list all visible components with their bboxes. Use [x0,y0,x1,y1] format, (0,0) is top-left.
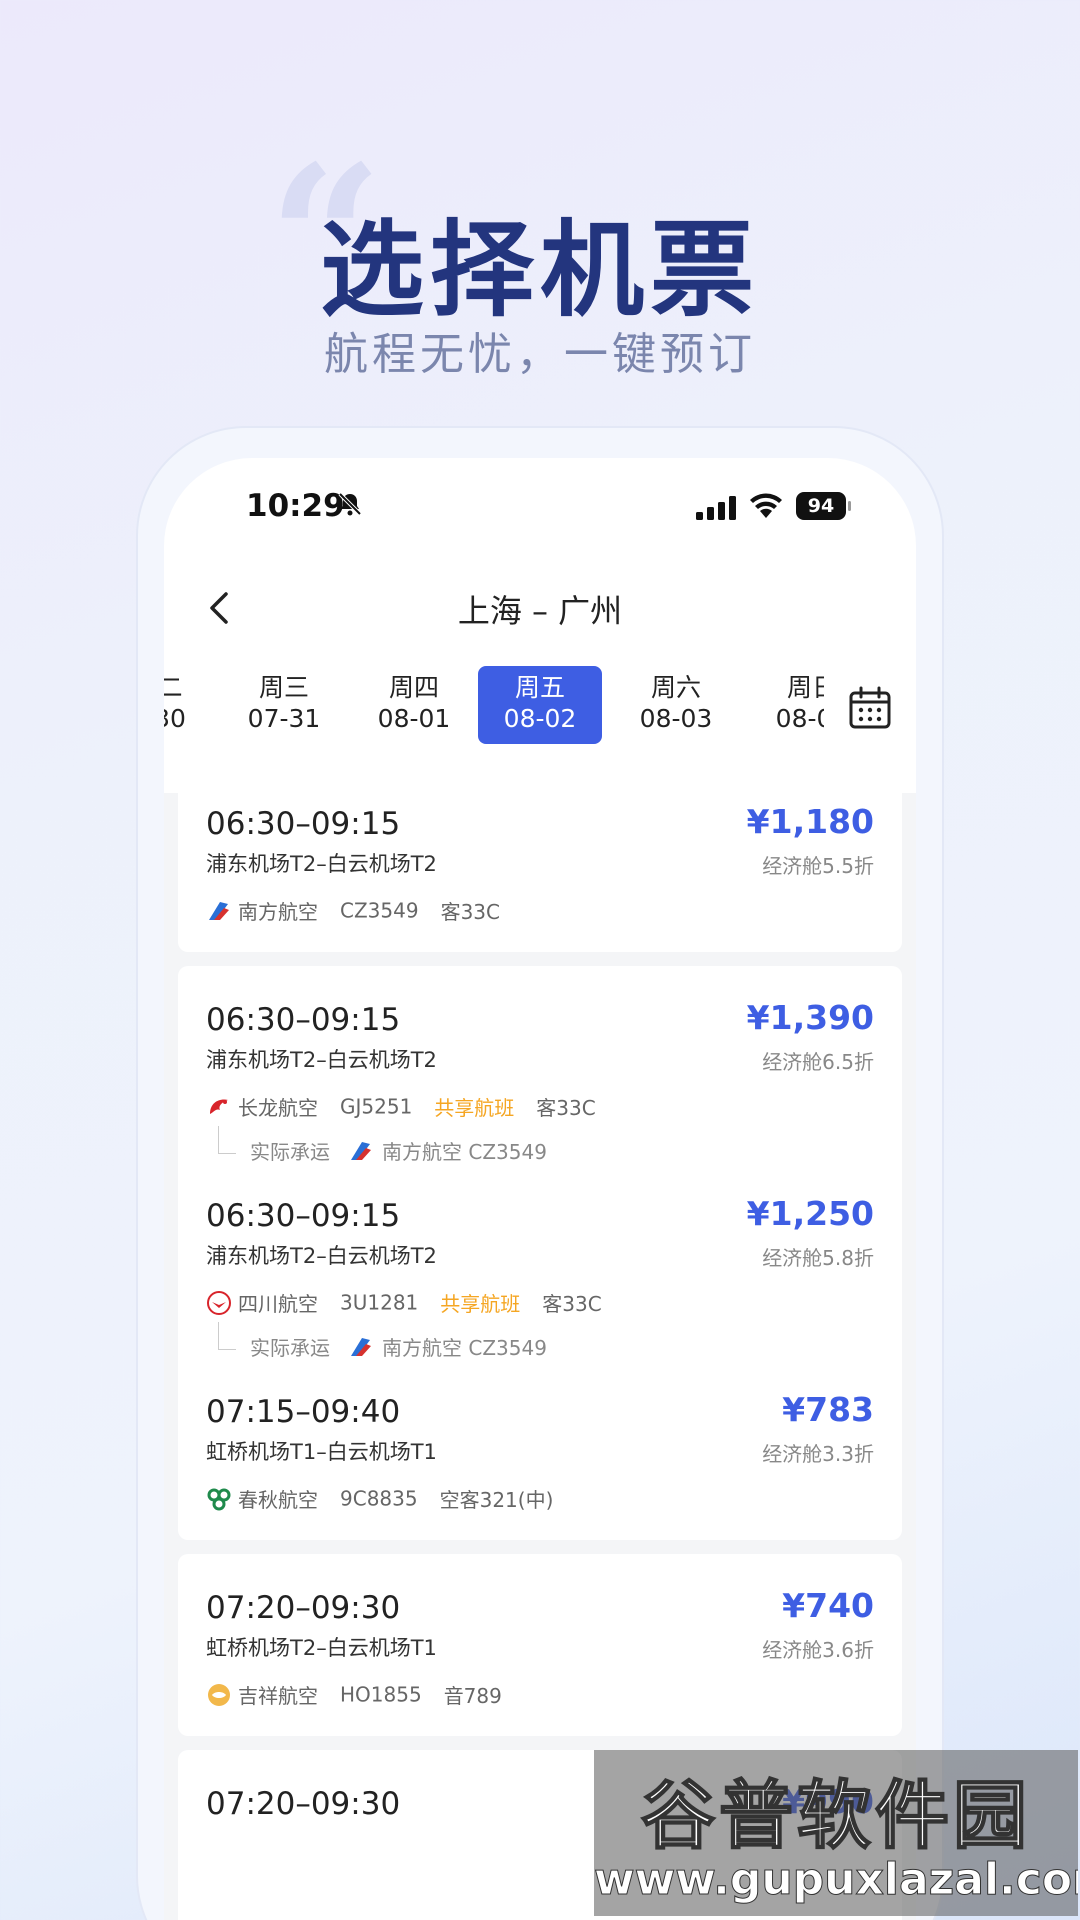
flight-number: GJ5251 [340,1094,413,1119]
flight-number: HO1855 [340,1682,422,1707]
date-tab-weekday: 周日 [786,673,824,702]
cabin-discount: 经济舱5.5折 [762,854,874,878]
china-southern-logo [351,1337,371,1356]
operating-carrier-label: 实际承运 [250,1140,330,1164]
tree-connector [218,1126,236,1154]
airline-name: 南方航空 [238,900,318,924]
flight-card[interactable]: 06:30–09:15 浦东机场T2–白云机场T2 ¥1,390 经济舱6.5折长龙航… [178,966,902,1192]
flight-card[interactable]: 06:30–09:15 浦东机场T2–白云机场T2 ¥1,250 经济舱5.8折四川航… [178,1162,902,1388]
airline-row: 长龙航空 GJ5251 共享航班 客33C [206,1092,596,1122]
aircraft-type: 空客321(中) [439,1488,554,1512]
flight-price: ¥783 [782,1390,874,1429]
codeshare-tag: 共享航班 [434,1096,515,1120]
flight-time: 07:15–09:40 [206,1394,401,1430]
date-tab[interactable]: 周六 08-03 [614,666,738,744]
date-tab-date: 08-04 [775,704,824,733]
date-selector: 二30周三07-31周四08-01周五08-02周六08-03周日08-04 [164,666,916,746]
aircraft-type: 客33C [536,1096,596,1120]
wifi-icon [750,493,782,518]
flight-price: ¥1,390 [746,998,874,1037]
bell-muted-icon [338,492,362,516]
date-tab[interactable]: 周四 08-01 [352,666,476,744]
flight-number: 3U1281 [340,1290,419,1315]
codeshare-tag: 共享航班 [440,1292,521,1316]
cabin-discount: 经济舱3.6折 [762,1638,874,1662]
flight-route: 浦东机场T2–白云机场T2 [206,1048,437,1072]
date-tab[interactable]: 周三 07-31 [222,666,346,744]
flight-card[interactable]: 07:20–09:30 虹桥机场T2–白云机场T1 ¥740 经济舱3.6折吉祥航空 H… [178,1554,902,1736]
flight-number: CZ3549 [340,898,419,923]
airline-name: 长龙航空 [238,1096,318,1120]
date-tab-weekday: 周三 [258,673,309,702]
status-bar: 10:29 94 [164,458,916,538]
watermark-text: 谷普软件园 [640,1772,1031,1860]
flight-route: 虹桥机场T2–白云机场T1 [206,1636,437,1660]
date-tab-date: 08-03 [639,704,713,733]
date-tab[interactable]: 周日08-04 [750,666,824,744]
date-strip: 二30周三07-31周四08-01周五08-02周六08-03周日08-04 [164,666,824,746]
airline-name: 吉祥航空 [238,1684,318,1708]
airline-name: 四川航空 [238,1292,318,1316]
date-tab-date: 08-02 [503,704,577,733]
operating-carrier-label: 实际承运 [250,1336,330,1360]
cabin-discount: 经济舱5.8折 [762,1246,874,1270]
aircraft-type: 客33C [542,1292,602,1316]
airline-row: 春秋航空 9C8835 空客321(中) [206,1484,553,1514]
cabin-discount: 经济舱3.3折 [762,1442,874,1466]
china-southern-logo [351,1141,371,1160]
date-tab-date: 08-01 [377,704,451,733]
tree-connector [218,1322,236,1350]
signal-icon [696,496,736,520]
airline-row: 四川航空 3U1281 共享航班 客33C [206,1288,602,1318]
aircraft-type: 客33C [440,900,500,924]
flight-price: ¥740 [782,1586,874,1625]
cabin-discount: 经济舱6.5折 [762,1050,874,1074]
flight-price: ¥1,180 [746,802,874,841]
operating-carrier: 南方航空 CZ3549 [382,1336,547,1360]
flight-time: 07:20–09:30 [206,1590,401,1626]
battery-level: 94 [796,492,846,520]
flight-time: 06:30–09:15 [206,1198,401,1234]
juneyao-logo [208,1683,230,1706]
flight-card[interactable]: 07:15–09:40 虹桥机场T1–白云机场T1 ¥783 经济舱3.3折春秋航空 9… [178,1358,902,1540]
flight-time: 06:30–09:15 [206,806,401,842]
battery-icon: 94 [796,492,852,520]
flight-card[interactable]: 06:30–09:15 浦东机场T2–白云机场T2 ¥1,180 经济舱5.5折南方航… [178,770,902,952]
date-tab-weekday: 周五 [514,673,565,702]
airline-row: 南方航空 CZ3549 客33C [206,896,500,926]
top-bar: 10:29 94 上海 – 广州 二 0 周三 07-31 周四 08-01 周… [164,458,916,793]
flight-route: 浦东机场T2–白云机场T2 [206,852,437,876]
flight-time: 07:20–09:30 [206,1786,401,1822]
airline-name: 春秋航空 [238,1488,318,1512]
status-time: 10:29 [246,488,345,524]
china-southern-logo [209,901,229,920]
flight-route: 虹桥机场T1–白云机场T1 [206,1440,437,1464]
flight-price: ¥1,250 [746,1194,874,1233]
phone-screen: 10:29 94 上海 – 广州 二 0 周三 07-31 周四 08-01 周… [164,458,916,1920]
watermark: 谷普软件园 www.gupuxlazal.com [594,1750,1078,1916]
date-tab-weekday: 周六 [650,673,701,702]
airline-row: 吉祥航空 HO1855 音789 [206,1680,502,1710]
watermark-url: www.gupuxlazal.com [594,1854,1078,1906]
aircraft-type: 音789 [443,1684,502,1708]
calendar-icon[interactable] [848,686,892,730]
sichuan-airlines-logo [207,1290,231,1315]
operating-carrier: 南方航空 CZ3549 [382,1140,547,1164]
date-tab[interactable]: 周五 08-02 [478,666,602,744]
route-title: 上海 – 广州 [457,592,623,630]
flight-route: 浦东机场T2–白云机场T2 [206,1244,437,1268]
nav-bar: 上海 – 广州 [164,570,916,646]
hero-title: 选择机票 [319,209,760,331]
date-tab-date: 07-31 [247,704,321,733]
flight-number: 9C8835 [340,1486,418,1511]
spring-airlines-logo [207,1488,231,1510]
flight-time: 06:30–09:15 [206,1002,401,1038]
date-tab-weekday: 周四 [388,673,439,702]
loong-air-logo [210,1099,228,1114]
hero-subtitle: 航程无忧，一键预订 [324,329,756,380]
